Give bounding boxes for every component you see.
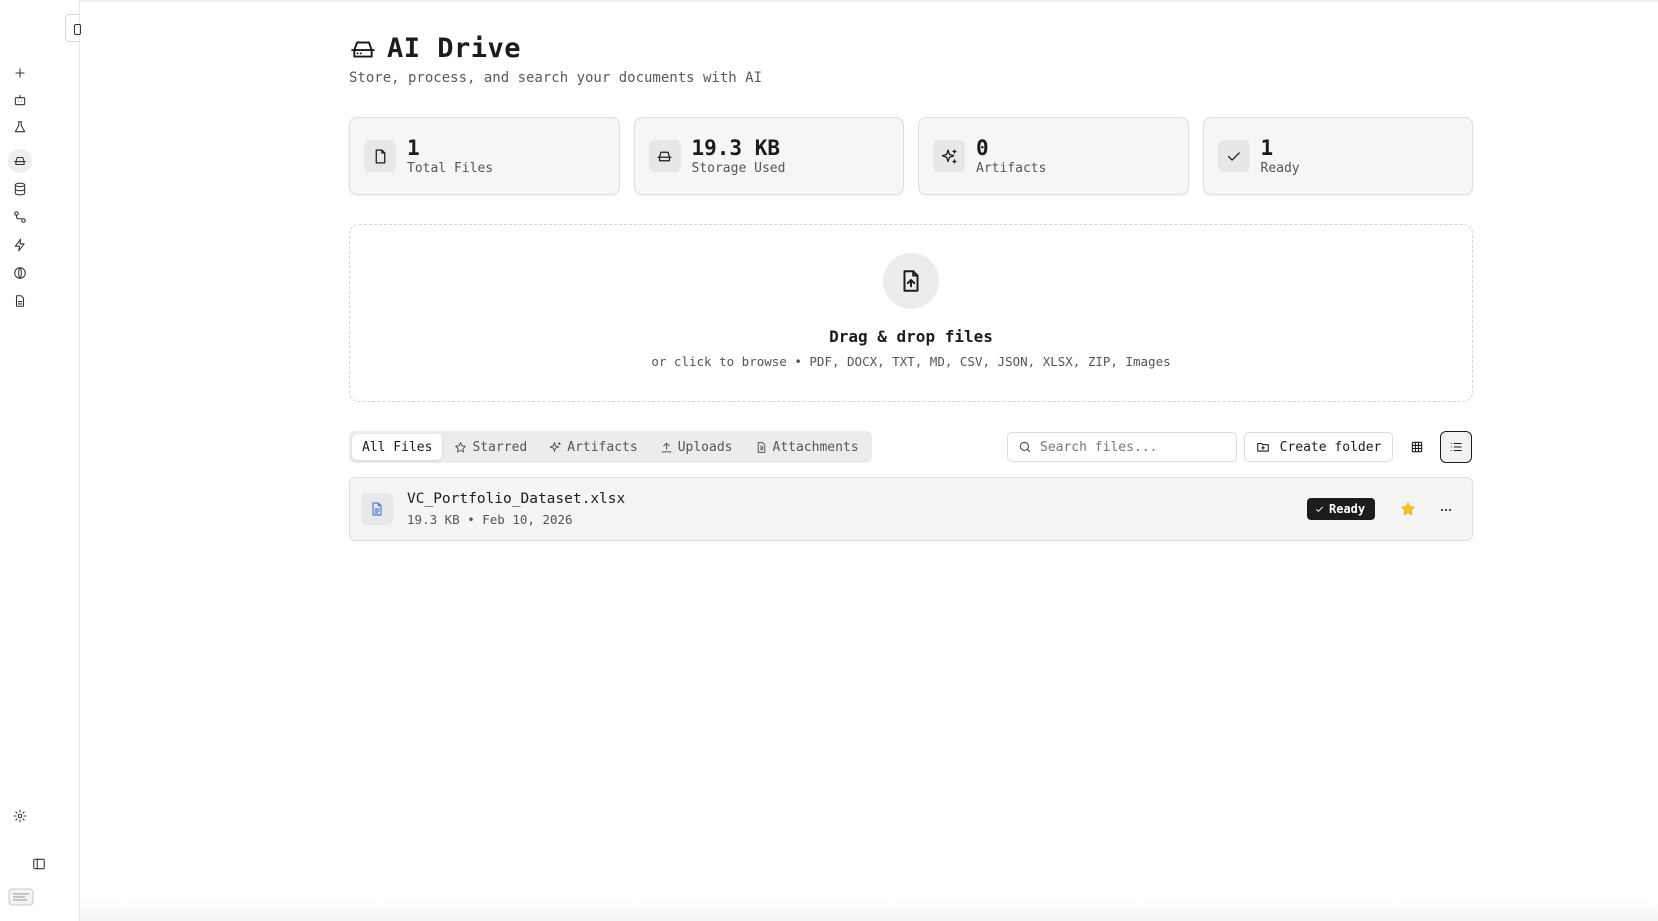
star-icon bbox=[455, 441, 467, 452]
grid-icon bbox=[1411, 441, 1423, 453]
check-icon bbox=[1217, 140, 1250, 172]
workflow-icon[interactable] bbox=[8, 205, 32, 229]
file-filter-tabs: All Files Starred Artifacts Uploads Atta… bbox=[349, 431, 872, 463]
tab-label: Attachments bbox=[772, 439, 859, 455]
stat-value: 0 bbox=[976, 136, 989, 160]
bot-icon[interactable] bbox=[8, 88, 32, 112]
grid-view-button[interactable] bbox=[1401, 431, 1433, 463]
file-meta: 19.3 KB • Feb 10, 2026 bbox=[407, 512, 573, 527]
list-view-button[interactable] bbox=[1440, 431, 1472, 463]
tab-label: Artifacts bbox=[567, 439, 638, 455]
file-row[interactable]: VC_Portfolio_Dataset.xlsx 19.3 KB • Feb … bbox=[349, 477, 1473, 541]
file-icon bbox=[364, 140, 396, 172]
globe-icon[interactable] bbox=[8, 261, 32, 285]
stat-value: 1 bbox=[1260, 136, 1274, 160]
tab-starred[interactable]: Starred bbox=[444, 434, 537, 460]
database-icon[interactable] bbox=[8, 177, 32, 201]
more-options-icon[interactable] bbox=[1432, 498, 1460, 522]
spreadsheet-file-icon bbox=[361, 493, 393, 525]
status-badge: Ready bbox=[1307, 498, 1376, 520]
sidebar-collapse-handle[interactable] bbox=[65, 14, 81, 42]
avatar[interactable] bbox=[8, 888, 34, 910]
zap-icon[interactable] bbox=[8, 233, 32, 257]
search-icon bbox=[1019, 441, 1031, 453]
flask-icon[interactable] bbox=[8, 115, 32, 139]
stats-row: 1 Total Files 19.3 KB Storage Used 0 Art… bbox=[349, 117, 1473, 195]
status-label: Ready bbox=[1329, 502, 1366, 516]
tab-artifacts[interactable]: Artifacts bbox=[539, 434, 647, 460]
upload-icon bbox=[661, 442, 672, 452]
file-name[interactable]: VC_Portfolio_Dataset.xlsx bbox=[407, 489, 625, 509]
tab-all-files[interactable]: All Files bbox=[352, 434, 443, 460]
paperclip-file-icon bbox=[757, 441, 765, 453]
search-box bbox=[1007, 432, 1237, 462]
file-upload-icon bbox=[883, 253, 939, 309]
plus-icon[interactable] bbox=[8, 61, 32, 85]
sparkles-icon bbox=[549, 441, 562, 452]
top-border bbox=[80, 0, 1658, 2]
hard-drive-icon bbox=[648, 140, 681, 172]
tab-uploads[interactable]: Uploads bbox=[650, 434, 743, 460]
stat-label: Artifacts bbox=[976, 161, 1047, 176]
folder-plus-icon bbox=[1256, 442, 1269, 452]
stat-value: 19.3 KB bbox=[691, 136, 781, 160]
settings-icon[interactable] bbox=[8, 804, 32, 828]
page-subtitle: Store, process, and search your document… bbox=[349, 70, 763, 86]
page-title: AI Drive bbox=[387, 33, 522, 64]
create-folder-label: Create folder bbox=[1279, 439, 1382, 455]
dropzone-subtitle: or click to browse • PDF, DOCX, TXT, MD,… bbox=[651, 354, 1171, 369]
sparkles-icon bbox=[933, 140, 965, 172]
list-icon bbox=[1450, 442, 1462, 452]
create-folder-button[interactable]: Create folder bbox=[1244, 432, 1393, 462]
stat-label: Storage Used bbox=[691, 161, 786, 176]
hard-drive-icon bbox=[351, 41, 375, 58]
tab-label: Starred bbox=[472, 439, 528, 455]
tab-label: All Files bbox=[362, 439, 433, 455]
check-icon bbox=[1316, 506, 1323, 512]
bottom-shadow bbox=[80, 900, 1658, 921]
file-text-icon[interactable] bbox=[8, 289, 32, 313]
stat-card-total-files: 1 Total Files bbox=[349, 117, 620, 195]
sidebar bbox=[0, 0, 80, 921]
file-dropzone[interactable]: Drag & drop files or click to browse • P… bbox=[349, 224, 1473, 402]
stat-label: Ready bbox=[1260, 161, 1300, 176]
stat-card-ready: 1 Ready bbox=[1202, 117, 1473, 195]
stat-card-storage-used: 19.3 KB Storage Used bbox=[633, 117, 904, 195]
tab-label: Uploads bbox=[677, 439, 733, 455]
stat-label: Total Files bbox=[407, 161, 494, 176]
hard-drive-icon[interactable] bbox=[8, 149, 32, 173]
search-input[interactable] bbox=[1040, 439, 1220, 455]
panel-left-icon[interactable] bbox=[27, 852, 51, 876]
dropzone-title: Drag & drop files bbox=[829, 327, 993, 346]
page-header: AI Drive bbox=[349, 33, 521, 64]
stat-card-artifacts: 0 Artifacts bbox=[918, 117, 1189, 195]
tab-attachments[interactable]: Attachments bbox=[745, 434, 869, 460]
star-toggle-icon[interactable] bbox=[1400, 501, 1416, 517]
stat-value: 1 bbox=[407, 136, 420, 160]
